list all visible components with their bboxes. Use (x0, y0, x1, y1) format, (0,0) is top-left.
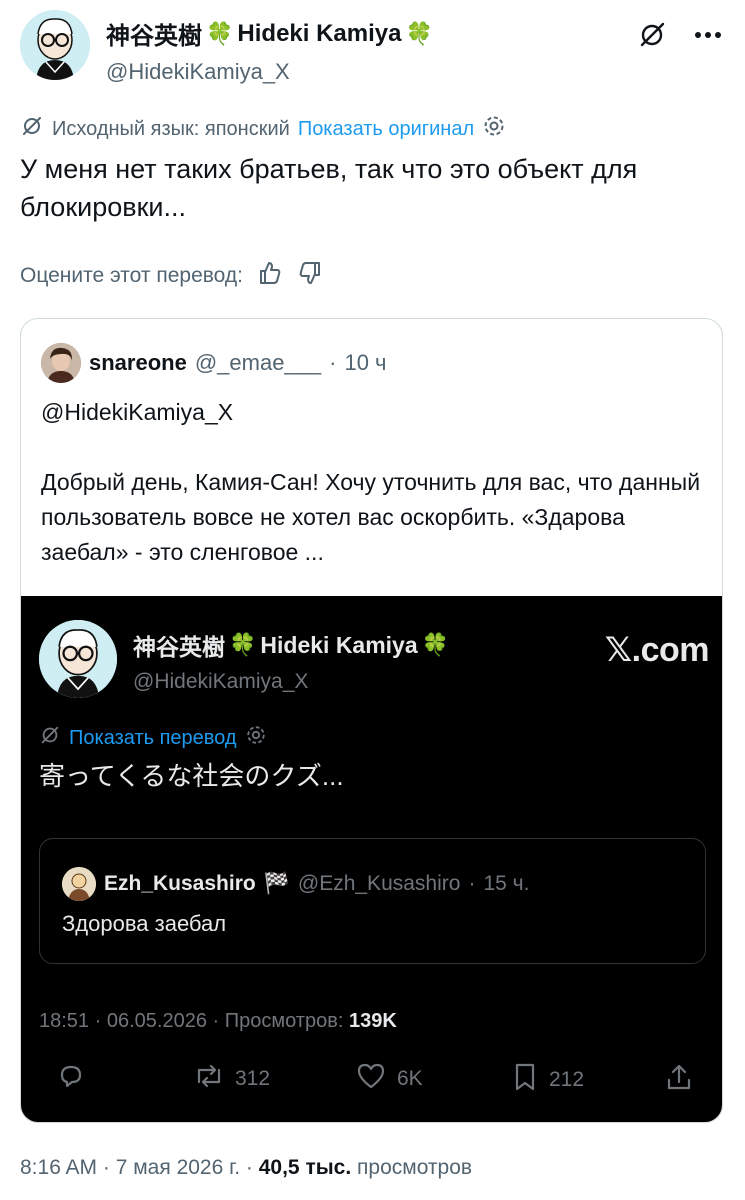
retweet-count: 312 (235, 1067, 271, 1090)
clover-emoji: 🍀 (229, 632, 257, 657)
image-date: 06.05.2026 (106, 1010, 207, 1032)
image-post-header: 神谷英樹 🍀 Hideki Kamiya 🍀 @HidekiKamiya_X 𝕏… (39, 620, 710, 698)
image-post-text: 寄ってくるな社会のクズ... (39, 761, 344, 791)
views-label: просмотров (357, 1156, 473, 1179)
translate-icon (39, 724, 61, 752)
rate-translation-label: Оцените этот перевод: (20, 264, 243, 287)
x-com-logo: 𝕏.com (604, 631, 710, 669)
more-icon[interactable] (691, 18, 725, 52)
separator-dot: · (212, 1010, 225, 1032)
inner-quote-header: Ezh_Kusashiro 🏁 @Ezh_Kusashiro · 15 ч. (62, 867, 529, 901)
header-actions (635, 18, 725, 52)
settings-gear-icon (245, 724, 267, 752)
tweet-text: У меня нет таких братьев, так что это об… (20, 154, 638, 222)
translation-bar: Исходный язык: японский Показать оригина… (20, 114, 506, 144)
like-count: 6K (397, 1067, 423, 1090)
share-icon (665, 1062, 693, 1098)
translate-icon (20, 114, 44, 144)
views-count: 40,5 тыс. (258, 1156, 352, 1179)
image-author-block: 神谷英樹 🍀 Hideki Kamiya 🍀 @HidekiKamiya_X (133, 628, 449, 694)
grok-icon[interactable] (635, 18, 669, 52)
reply-icon (57, 1062, 85, 1096)
inner-author-handle: @Ezh_Kusashiro (297, 872, 461, 895)
image-timestamp: 18:51 · 06.05.2026 · Просмотров: 139K (39, 1010, 397, 1033)
settings-gear-icon[interactable] (482, 114, 506, 144)
image-inner-quote: Ezh_Kusashiro 🏁 @Ezh_Kusashiro · 15 ч. З… (39, 838, 706, 964)
share-action (665, 1062, 693, 1098)
quoted-author-avatar[interactable] (41, 343, 81, 383)
author-block: 神谷英樹 🍀 Hideki Kamiya 🍀 @HidekiKamiya_X (106, 16, 433, 85)
bookmark-action: 212 (511, 1062, 584, 1098)
clover-emoji: 🍀 (206, 20, 234, 46)
checkered-flag-emoji: 🏁 (263, 872, 290, 895)
image-translation-bar: Показать перевод (39, 724, 267, 752)
image-author-name-latin: Hideki Kamiya (260, 631, 418, 658)
image-action-bar: 312 6K 212 (39, 1062, 706, 1102)
clover-emoji: 🍀 (405, 20, 433, 46)
bookmark-icon (511, 1062, 539, 1098)
post-date[interactable]: 7 мая 2026 г. (116, 1156, 240, 1179)
show-translation-link: Показать перевод (69, 726, 237, 749)
separator-dot: · (94, 1010, 107, 1032)
bookmark-count: 212 (549, 1068, 585, 1091)
source-language-label: Исходный язык: японский (52, 117, 290, 140)
author-name-jp[interactable]: 神谷英樹 (106, 16, 202, 51)
author-name[interactable]: 神谷英樹 🍀 Hideki Kamiya 🍀 (106, 16, 433, 51)
post-header: 神谷英樹 🍀 Hideki Kamiya 🍀 @HidekiKamiya_X (20, 10, 725, 84)
like-action: 6K (355, 1062, 423, 1096)
separator-dot: · (468, 872, 476, 895)
retweet-action: 312 (193, 1062, 270, 1096)
author-handle[interactable]: @HidekiKamiya_X (106, 59, 433, 85)
separator-dot: · (329, 350, 337, 375)
inner-author-name: Ezh_Kusashiro (104, 872, 256, 895)
reply-action (57, 1062, 85, 1096)
quoted-author-name[interactable]: snareone (89, 350, 187, 376)
separator-dot: · (102, 1156, 116, 1179)
image-author-avatar (39, 620, 117, 698)
inner-post-age: 15 ч. (483, 872, 530, 895)
rate-translation-bar: Оцените этот перевод: (20, 260, 323, 292)
quoted-post-age[interactable]: 10 ч (344, 350, 386, 376)
image-time: 18:51 (39, 1010, 90, 1032)
heart-icon (355, 1062, 387, 1096)
clover-emoji: 🍀 (421, 632, 450, 657)
quoted-author-handle[interactable]: @_emae___ (195, 350, 321, 376)
image-views-count: 139K (348, 1010, 397, 1032)
quoted-post-text: @HidekiKamiya_X Добрый день, Камия-Сан! … (41, 399, 701, 565)
post-time[interactable]: 8:16 AM (20, 1156, 97, 1179)
image-author-name-jp: 神谷英樹 (133, 634, 225, 660)
author-name-latin[interactable]: Hideki Kamiya (237, 20, 401, 48)
author-avatar[interactable] (20, 10, 90, 80)
post-timestamp: 8:16 AM · 7 мая 2026 г. · 40,5 тыс. прос… (20, 1156, 472, 1180)
image-views-label: Просмотров: (224, 1010, 344, 1032)
quoted-post-header: snareone @_emae___ · 10 ч (41, 343, 387, 383)
image-author-name: 神谷英樹 🍀 Hideki Kamiya 🍀 (133, 628, 449, 662)
inner-author-avatar (62, 867, 96, 901)
separator-dot: · (245, 1156, 259, 1179)
thumbs-up-icon[interactable] (257, 260, 283, 292)
thumbs-down-icon[interactable] (297, 260, 323, 292)
quoted-post[interactable]: snareone @_emae___ · 10 ч @HidekiKamiya_… (20, 318, 723, 1123)
image-author-handle: @HidekiKamiya_X (133, 670, 309, 693)
show-original-link[interactable]: Показать оригинал (298, 118, 474, 141)
inner-post-text: Здорова заебал (62, 911, 227, 936)
retweet-icon (193, 1062, 225, 1096)
quoted-post-image[interactable]: 神谷英樹 🍀 Hideki Kamiya 🍀 @HidekiKamiya_X 𝕏… (21, 596, 722, 1122)
